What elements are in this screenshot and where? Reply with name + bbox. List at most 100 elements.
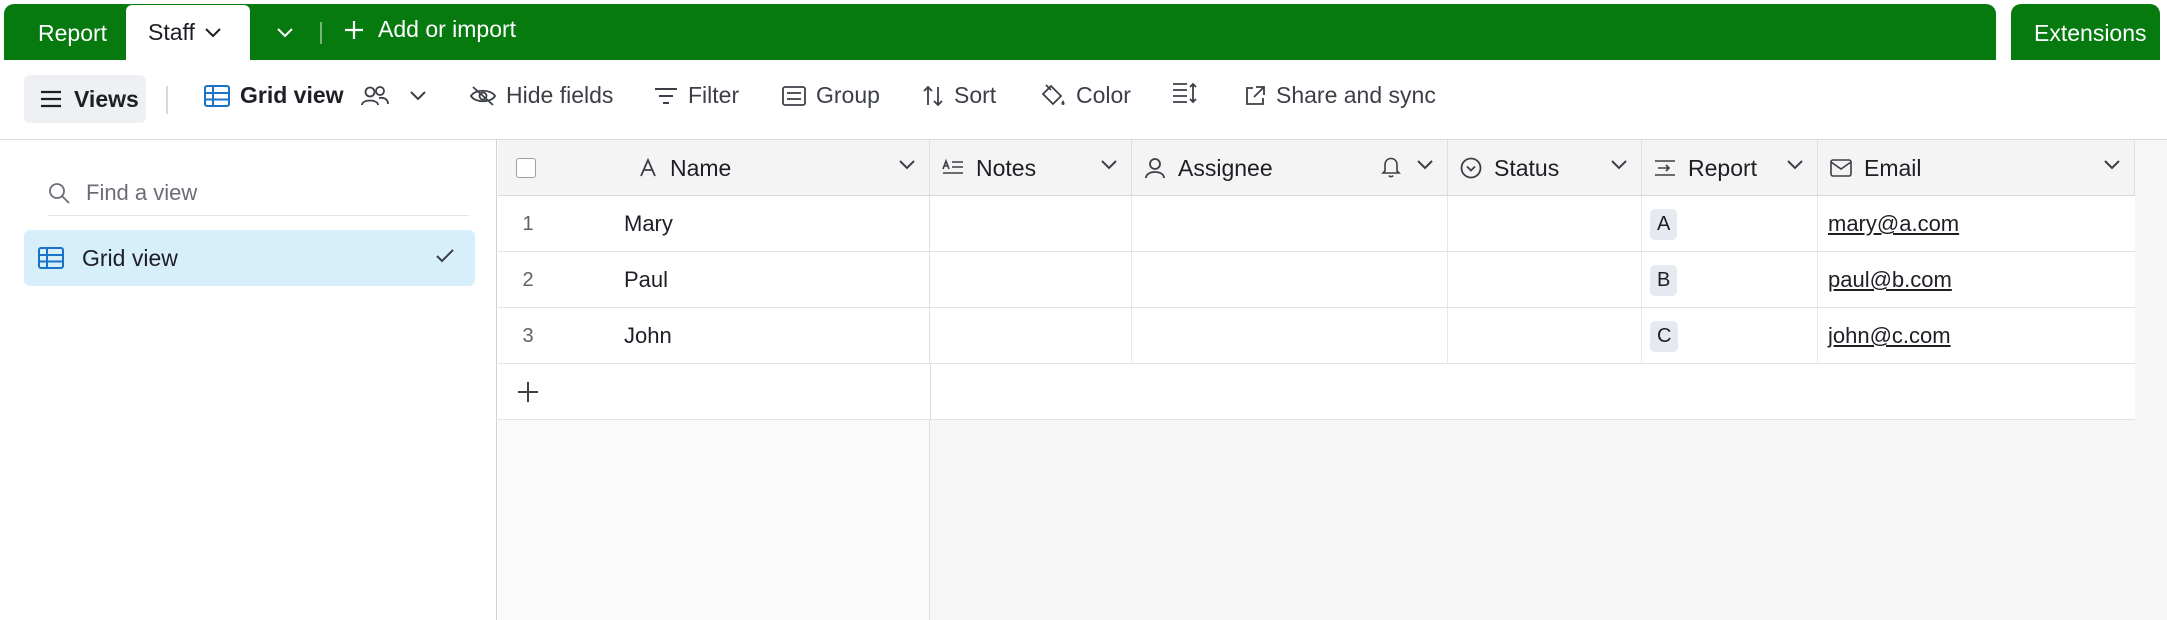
- long-text-icon: [942, 159, 964, 177]
- hide-fields-label: Hide fields: [506, 82, 614, 108]
- group-label: Group: [816, 82, 880, 108]
- share-and-sync-label: Share and sync: [1276, 82, 1436, 108]
- email-link[interactable]: paul@b.com: [1828, 267, 1952, 293]
- email-link[interactable]: john@c.com: [1828, 323, 1951, 349]
- tab-report[interactable]: Report: [38, 20, 107, 47]
- plus-icon[interactable]: [516, 380, 540, 404]
- select-all-checkbox[interactable]: [516, 158, 536, 178]
- current-view-button[interactable]: Grid view: [204, 82, 426, 109]
- grid-view-table: Name Notes Assignee Status Report Email …: [498, 140, 2167, 620]
- add-or-import-button[interactable]: Add or import: [344, 16, 516, 43]
- assignee-cell[interactable]: [1132, 252, 1448, 308]
- linked-record-pill[interactable]: C: [1650, 320, 1679, 352]
- status-cell[interactable]: [1448, 252, 1642, 308]
- external-link-icon: [1244, 85, 1266, 107]
- sort-button[interactable]: Sort: [922, 82, 996, 109]
- linked-record-pill[interactable]: B: [1650, 264, 1678, 296]
- plus-icon: [344, 20, 364, 40]
- chevron-down-icon[interactable]: [1101, 160, 1117, 170]
- group-button[interactable]: Group: [782, 82, 880, 109]
- name-cell[interactable]: Mary: [558, 196, 930, 252]
- column-header-status: Status: [1494, 154, 1560, 181]
- user-icon: [1144, 157, 1166, 179]
- views-button[interactable]: Views: [24, 75, 146, 123]
- find-view-placeholder: Find a view: [86, 179, 198, 205]
- color-button[interactable]: Color: [1040, 82, 1131, 109]
- divider: [166, 86, 168, 114]
- table-header: Name Notes Assignee Status Report Email: [498, 140, 2135, 196]
- assignee-cell[interactable]: [1132, 308, 1448, 364]
- paint-bucket-icon: [1040, 83, 1066, 108]
- single-select-icon: [1460, 157, 1482, 179]
- name-cell[interactable]: Paul: [558, 252, 930, 308]
- notes-cell[interactable]: [930, 196, 1132, 252]
- grid-icon: [38, 247, 64, 269]
- group-icon: [782, 85, 806, 106]
- share-and-sync-button[interactable]: Share and sync: [1244, 82, 1436, 109]
- column-header-notes: Notes: [976, 154, 1037, 181]
- filter-label: Filter: [688, 82, 740, 108]
- tab-staff[interactable]: Staff: [126, 5, 250, 60]
- chevron-down-icon[interactable]: [2104, 160, 2120, 170]
- extensions-button[interactable]: Extensions: [2034, 20, 2147, 47]
- row-number: 3: [522, 324, 534, 347]
- linked-record-icon: [1654, 159, 1676, 177]
- eye-off-icon: [470, 85, 496, 106]
- divider: [930, 364, 931, 420]
- header-notes-cell[interactable]: Notes: [930, 140, 1132, 196]
- header-name-cell[interactable]: Name: [498, 140, 930, 196]
- divider: [320, 22, 322, 44]
- grid-icon: [204, 84, 230, 107]
- bell-icon[interactable]: [1381, 156, 1401, 178]
- header-assignee-cell[interactable]: Assignee: [1132, 140, 1448, 196]
- email-cell[interactable]: paul@b.com: [1818, 252, 2135, 308]
- filter-button[interactable]: Filter: [654, 82, 739, 109]
- chevron-down-icon[interactable]: [1417, 160, 1433, 170]
- row-height-button[interactable]: [1172, 82, 1198, 104]
- linked-record-pill[interactable]: A: [1650, 208, 1678, 240]
- email-cell[interactable]: mary@a.com: [1818, 196, 2135, 252]
- search-icon: [48, 182, 70, 204]
- view-label: Grid view: [82, 244, 178, 271]
- chevron-down-icon[interactable]: [205, 27, 221, 38]
- email-cell[interactable]: john@c.com: [1818, 308, 2135, 364]
- color-label: Color: [1076, 82, 1131, 108]
- top-bar: Report Staff Add or import Extensions: [0, 0, 2167, 60]
- header-status-cell[interactable]: Status: [1448, 140, 1642, 196]
- views-label: Views: [74, 85, 139, 112]
- add-or-import-label: Add or import: [378, 16, 517, 42]
- report-cell[interactable]: B: [1642, 252, 1818, 308]
- chevron-down-icon[interactable]: [899, 160, 915, 170]
- find-view-search[interactable]: Find a view: [48, 170, 469, 216]
- sidebar-view-grid-view[interactable]: Grid view: [24, 230, 475, 286]
- report-cell[interactable]: A: [1642, 196, 1818, 252]
- report-cell[interactable]: C: [1642, 308, 1818, 364]
- notes-cell[interactable]: [930, 252, 1132, 308]
- table-row[interactable]: 3 John C john@c.com: [498, 308, 2135, 364]
- email-link[interactable]: mary@a.com: [1828, 211, 1959, 237]
- chevron-down-icon[interactable]: [1611, 160, 1627, 170]
- notes-cell[interactable]: [930, 308, 1132, 364]
- header-email-cell[interactable]: Email: [1818, 140, 2135, 196]
- chevron-down-icon[interactable]: [1787, 160, 1803, 170]
- column-header-email: Email: [1864, 154, 1922, 181]
- chevron-down-icon[interactable]: [409, 90, 426, 101]
- assignee-cell[interactable]: [1132, 196, 1448, 252]
- table-row[interactable]: 1 Mary A mary@a.com: [498, 196, 2135, 252]
- status-cell[interactable]: [1448, 196, 1642, 252]
- table-row[interactable]: 2 Paul B paul@b.com: [498, 252, 2135, 308]
- name-cell[interactable]: John: [558, 308, 930, 364]
- view-toolbar: Views Grid view Hide fields Filter Group: [0, 60, 2167, 140]
- header-report-cell[interactable]: Report: [1642, 140, 1818, 196]
- status-cell[interactable]: [1448, 308, 1642, 364]
- name-value: John: [624, 323, 672, 348]
- add-record-row[interactable]: [498, 364, 2135, 420]
- sort-icon: [922, 85, 944, 107]
- text-field-icon: [638, 158, 658, 178]
- hide-fields-button[interactable]: Hide fields: [470, 82, 613, 109]
- row-number: 1: [522, 212, 534, 235]
- name-value: Mary: [624, 211, 673, 236]
- all-tables-dropdown[interactable]: [270, 18, 300, 48]
- row-number: 2: [522, 268, 534, 291]
- chevron-down-icon: [277, 28, 293, 38]
